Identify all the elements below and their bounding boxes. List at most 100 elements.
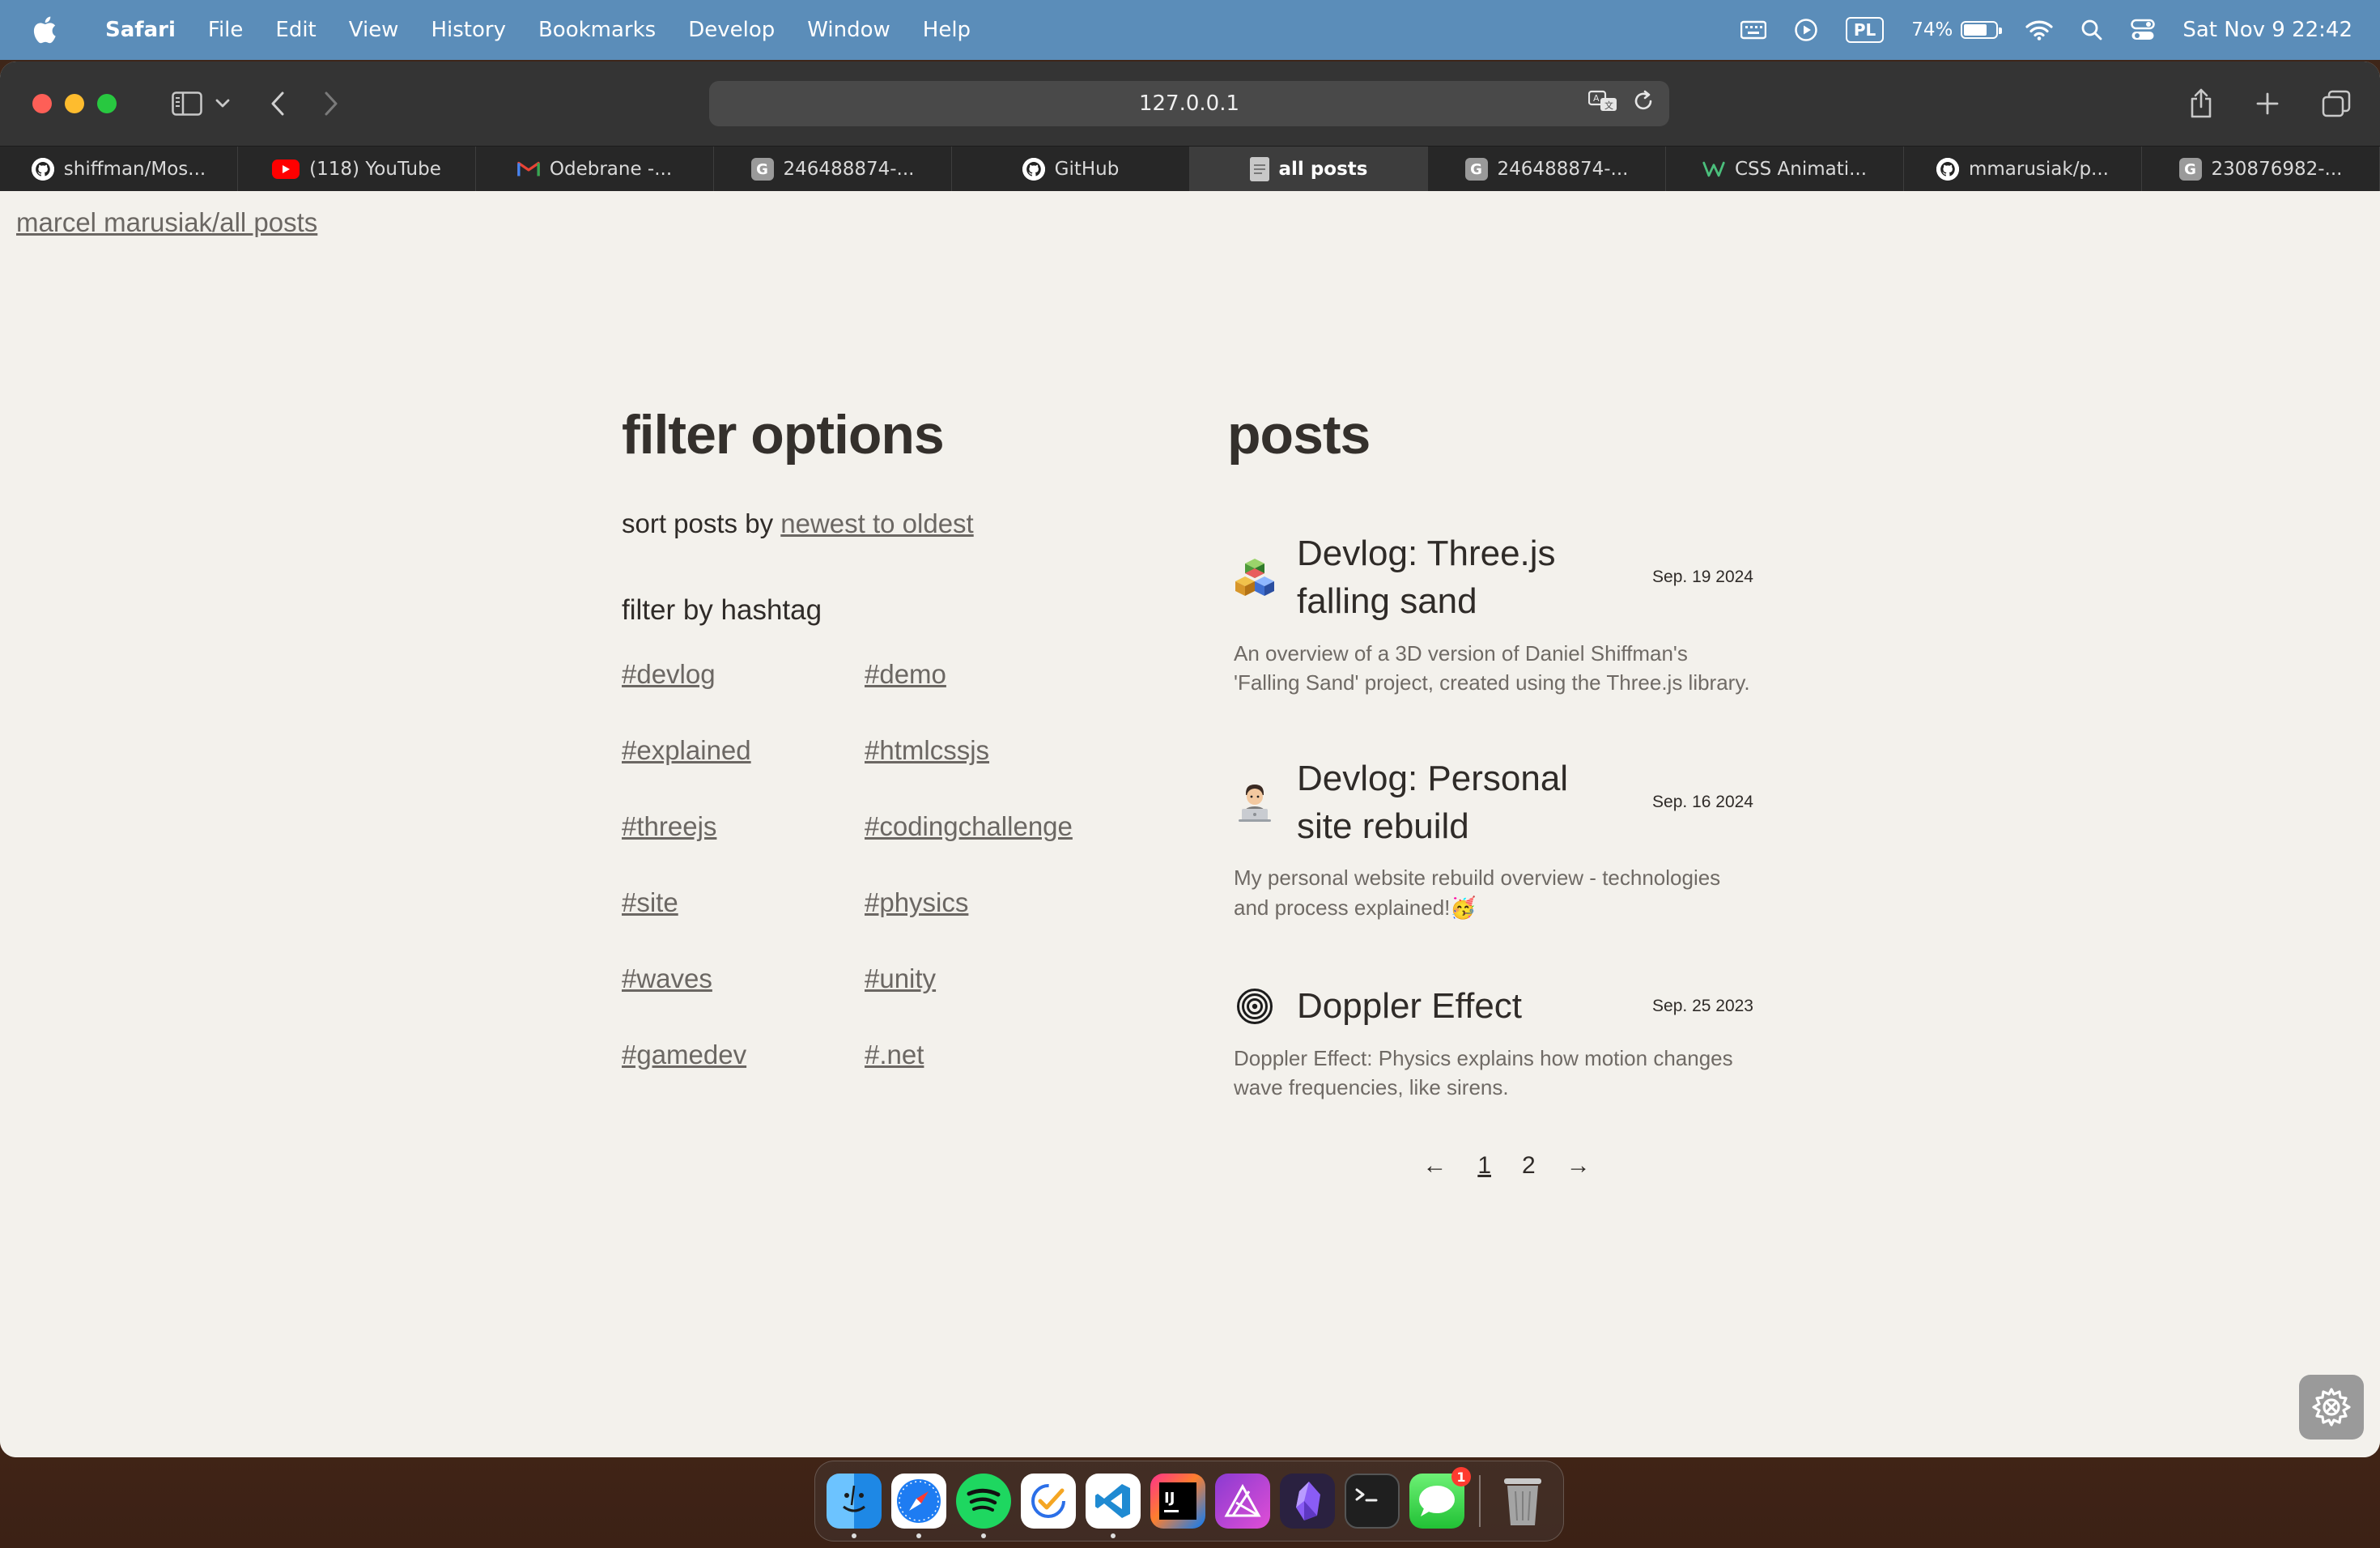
settings-gear-button[interactable] bbox=[2299, 1375, 2364, 1440]
w-icon bbox=[1702, 158, 1725, 181]
control-center-icon[interactable] bbox=[2131, 19, 2156, 41]
sort-order-link[interactable]: newest to oldest bbox=[780, 508, 973, 538]
wifi-icon[interactable] bbox=[2025, 19, 2053, 40]
tab-youtube[interactable]: (118) YouTube bbox=[238, 147, 476, 192]
g-icon: G bbox=[1464, 158, 1488, 181]
tab-gmail[interactable]: Odebrane -... bbox=[476, 147, 714, 192]
trash-dock-icon[interactable] bbox=[1495, 1474, 1550, 1529]
github-icon bbox=[1936, 158, 1959, 181]
obsidian-dock-icon[interactable] bbox=[1280, 1474, 1335, 1529]
tab-label: shiffman/Mos... bbox=[63, 159, 206, 180]
post-date: Sep. 25 2023 bbox=[1652, 996, 1753, 1015]
tab-github[interactable]: GitHub bbox=[952, 147, 1190, 192]
post-title[interactable]: Devlog: Personal site rebuild bbox=[1297, 755, 1613, 851]
hashtag-htmlcssjs[interactable]: #htmlcssjs bbox=[865, 735, 1107, 766]
page-link-1[interactable]: 1 bbox=[1477, 1152, 1491, 1180]
menu-help[interactable]: Help bbox=[907, 18, 987, 42]
messages-dock-icon[interactable]: 1 bbox=[1409, 1467, 1471, 1529]
post-date: Sep. 19 2024 bbox=[1652, 568, 1753, 587]
keyboard-layout-badge[interactable]: PL bbox=[1845, 17, 1885, 43]
affinity-designer-dock-icon[interactable] bbox=[1215, 1474, 1270, 1529]
new-tab-icon[interactable] bbox=[2255, 91, 2280, 116]
chevron-down-icon[interactable] bbox=[215, 99, 230, 108]
close-window-button[interactable] bbox=[32, 94, 52, 113]
g-icon: G bbox=[2178, 158, 2202, 181]
menu-develop[interactable]: Develop bbox=[672, 18, 791, 42]
search-icon[interactable] bbox=[2080, 19, 2103, 41]
intellij-dock-icon[interactable]: IJ bbox=[1150, 1474, 1205, 1529]
post-card[interactable]: Devlog: Three.js falling sand Sep. 19 20… bbox=[1227, 529, 1753, 698]
terminal-dock-icon[interactable] bbox=[1345, 1474, 1400, 1529]
filter-options-section: filter options sort posts by newest to o… bbox=[622, 403, 1156, 1070]
dock-separator bbox=[1479, 1475, 1481, 1527]
play-circle-icon[interactable] bbox=[1794, 18, 1818, 42]
technologist-icon bbox=[1234, 781, 1276, 823]
post-description: An overview of a 3D version of Daniel Sh… bbox=[1234, 640, 1750, 695]
tab-mmarusiak[interactable]: mmarusiak/p... bbox=[1904, 147, 2142, 192]
post-card[interactable]: Doppler Effect Sep. 25 2023 Doppler Effe… bbox=[1227, 982, 1753, 1102]
battery-level-fill bbox=[1964, 24, 1987, 36]
tasks-dock-icon[interactable] bbox=[1021, 1474, 1076, 1529]
share-icon[interactable] bbox=[2189, 88, 2213, 119]
back-button[interactable] bbox=[270, 91, 285, 116]
battery-status[interactable]: 74% bbox=[1911, 19, 2003, 40]
finder-dock-icon[interactable] bbox=[827, 1474, 882, 1538]
tab-image-2[interactable]: G 246488874-... bbox=[1428, 147, 1666, 192]
vscode-dock-icon[interactable] bbox=[1086, 1474, 1141, 1538]
previous-page-arrow[interactable]: ← bbox=[1422, 1152, 1447, 1180]
zoom-window-button[interactable] bbox=[97, 94, 117, 113]
hashtag-codingchallenge[interactable]: #codingchallenge bbox=[865, 811, 1107, 842]
tab-label: 246488874-... bbox=[1497, 159, 1629, 180]
tab-label: 246488874-... bbox=[783, 159, 915, 180]
post-title[interactable]: Doppler Effect bbox=[1297, 982, 1613, 1030]
forward-button[interactable] bbox=[324, 91, 338, 116]
menu-app-name[interactable]: Safari bbox=[89, 18, 192, 42]
tab-overview-icon[interactable] bbox=[2322, 90, 2351, 117]
battery-icon bbox=[1961, 21, 2003, 39]
minimize-window-button[interactable] bbox=[65, 94, 84, 113]
apple-logo-icon[interactable] bbox=[0, 16, 89, 44]
tab-bar: shiffman/Mos... (118) YouTube Odebrane -… bbox=[0, 146, 2380, 192]
sidebar-toggle-icon[interactable] bbox=[172, 91, 202, 116]
clock[interactable]: Sat Nov 9 22:42 bbox=[2182, 18, 2352, 42]
hashtag-gamedev[interactable]: #gamedev bbox=[622, 1040, 865, 1070]
hashtag-threejs[interactable]: #threejs bbox=[622, 811, 865, 842]
window-controls bbox=[0, 94, 117, 113]
url-text: 127.0.0.1 bbox=[1138, 91, 1240, 116]
post-description: Doppler Effect: Physics explains how mot… bbox=[1234, 1045, 1733, 1099]
menu-edit[interactable]: Edit bbox=[259, 18, 332, 42]
hashtag-site[interactable]: #site bbox=[622, 887, 865, 918]
breadcrumb[interactable]: marcel marusiak/all posts bbox=[16, 207, 317, 238]
hashtag-explained[interactable]: #explained bbox=[622, 735, 865, 766]
menu-file[interactable]: File bbox=[192, 18, 260, 42]
tab-all-posts[interactable]: all posts bbox=[1190, 147, 1428, 192]
menu-history[interactable]: History bbox=[414, 18, 522, 42]
tab-label: CSS Animati... bbox=[1734, 159, 1868, 180]
tab-shiffman[interactable]: shiffman/Mos... bbox=[0, 147, 238, 192]
menu-bookmarks[interactable]: Bookmarks bbox=[522, 18, 672, 42]
translate-icon[interactable]: A文 bbox=[1587, 89, 1619, 119]
tab-image-1[interactable]: G 246488874-... bbox=[714, 147, 952, 192]
hashtag-dotnet[interactable]: #.net bbox=[865, 1040, 1107, 1070]
keyboard-icon[interactable] bbox=[1740, 19, 1766, 40]
gmail-icon bbox=[517, 158, 540, 181]
hashtag-devlog[interactable]: #devlog bbox=[622, 659, 865, 690]
tab-label: 230876982-... bbox=[2211, 159, 2343, 180]
menu-window[interactable]: Window bbox=[791, 18, 907, 42]
hashtag-demo[interactable]: #demo bbox=[865, 659, 1107, 690]
post-card[interactable]: Devlog: Personal site rebuild Sep. 16 20… bbox=[1227, 755, 1753, 923]
post-title[interactable]: Devlog: Three.js falling sand bbox=[1297, 529, 1613, 626]
menu-view[interactable]: View bbox=[333, 18, 415, 42]
battery-percent: 74% bbox=[1911, 19, 1953, 40]
spotify-dock-icon[interactable] bbox=[956, 1474, 1011, 1538]
address-bar[interactable]: 127.0.0.1 A文 bbox=[709, 81, 1669, 126]
safari-dock-icon[interactable] bbox=[891, 1474, 946, 1538]
next-page-arrow[interactable]: → bbox=[1566, 1152, 1591, 1180]
hashtag-unity[interactable]: #unity bbox=[865, 963, 1107, 994]
hashtag-physics[interactable]: #physics bbox=[865, 887, 1107, 918]
reload-icon[interactable] bbox=[1632, 90, 1655, 118]
page-link-2[interactable]: 2 bbox=[1522, 1152, 1536, 1180]
tab-css-animations[interactable]: CSS Animati... bbox=[1666, 147, 1904, 192]
hashtag-waves[interactable]: #waves bbox=[622, 963, 865, 994]
tab-image-3[interactable]: G 230876982-... bbox=[2142, 147, 2380, 192]
